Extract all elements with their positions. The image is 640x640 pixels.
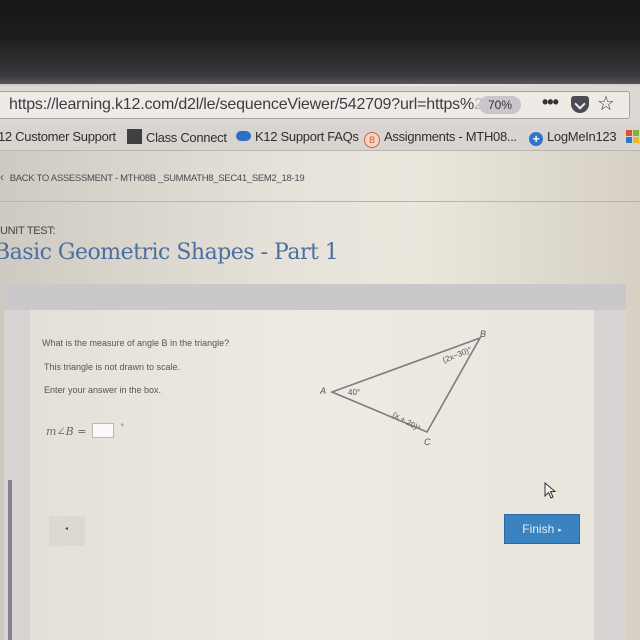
unit-label: UNIT TEST: [0, 225, 56, 237]
monitor-bezel [0, 0, 640, 84]
vertex-a-label: A [319, 386, 326, 396]
caret-right-icon: ▸ [558, 527, 562, 534]
answer-label: m∠B = [46, 425, 87, 438]
content-header-band [4, 284, 626, 310]
finish-button[interactable]: Finish ▸ [504, 514, 580, 544]
pocket-icon[interactable] [571, 96, 589, 113]
header-divider [0, 201, 640, 202]
zoom-level-badge[interactable]: 70% [479, 96, 521, 114]
bookmark-customer-support[interactable]: 12 Customer Support [0, 129, 116, 144]
bookmark-logmein123[interactable]: + LogMeIn123 [529, 129, 617, 146]
mouse-cursor-icon [544, 482, 557, 499]
vertex-b-label: B [480, 330, 486, 339]
bookmark-label: Class Connect [146, 130, 227, 145]
bookmark-label: LogMeIn123 [547, 129, 617, 144]
brightspace-icon: B [364, 132, 380, 148]
bookmark-assignments[interactable]: B Assignments - MTH08... [364, 129, 517, 148]
question-note: This triangle is not drawn to scale. [44, 362, 181, 372]
bookmark-star-icon[interactable]: ☆ [597, 91, 615, 116]
triangle-diagram: A B C 40° (2x−30)° (x + 20)° [319, 330, 486, 447]
address-bar[interactable]: https://learning.k12.com/d2l/le/sequence… [0, 91, 630, 119]
finish-label: Finish [522, 522, 555, 536]
answer-input[interactable] [91, 423, 114, 438]
angle-c-label: (x + 20)° [391, 410, 422, 433]
angle-a-label: 40° [348, 388, 360, 397]
bookmark-k12-support-faqs[interactable]: K12 Support FAQs [236, 129, 359, 144]
caret-left-icon: ◂ [65, 526, 69, 532]
back-to-assessment-link[interactable]: ‹ BACK TO ASSESSMENT - MTH08B _SUMMATH8_S… [0, 170, 305, 184]
previous-button[interactable]: ◂ [49, 516, 85, 546]
bookmark-label: Assignments - MTH08... [384, 129, 517, 144]
question-instruction: Enter your answer in the box. [44, 385, 162, 395]
more-actions-icon[interactable]: ••• [542, 92, 559, 113]
question-prompt: What is the measure of angle B in the tr… [42, 338, 230, 348]
bookmarks-bar: 12 Customer Support Class Connect K12 Su… [0, 124, 640, 151]
degree-symbol: ° [120, 423, 124, 431]
back-link-label: BACK TO ASSESSMENT - MTH08B _SUMMATH8_SE… [9, 173, 305, 184]
vertex-c-label: C [424, 437, 431, 447]
chevron-left-icon: ‹ [0, 170, 4, 184]
plus-icon: + [529, 132, 543, 146]
left-accent-bar [8, 480, 12, 640]
bookmark-label: K12 Support FAQs [255, 129, 359, 144]
navigation-toolbar: https://learning.k12.com/d2l/le/sequence… [0, 86, 640, 124]
question-card: What is the measure of angle B in the tr… [30, 310, 594, 640]
url-text[interactable]: https://learning.k12.com/d2l/le/sequence… [9, 96, 483, 114]
bookmark-label: 12 Customer Support [0, 129, 116, 144]
answer-row: m∠B = ° [46, 423, 124, 438]
cloud-icon [236, 131, 251, 141]
microsoft-logo-icon[interactable] [626, 130, 640, 144]
square-icon [127, 129, 142, 144]
bookmark-class-connect[interactable]: Class Connect [127, 129, 227, 145]
angle-b-label: (2x−30)° [441, 345, 473, 365]
page-title: Basic Geometric Shapes - Part 1 [0, 240, 339, 265]
